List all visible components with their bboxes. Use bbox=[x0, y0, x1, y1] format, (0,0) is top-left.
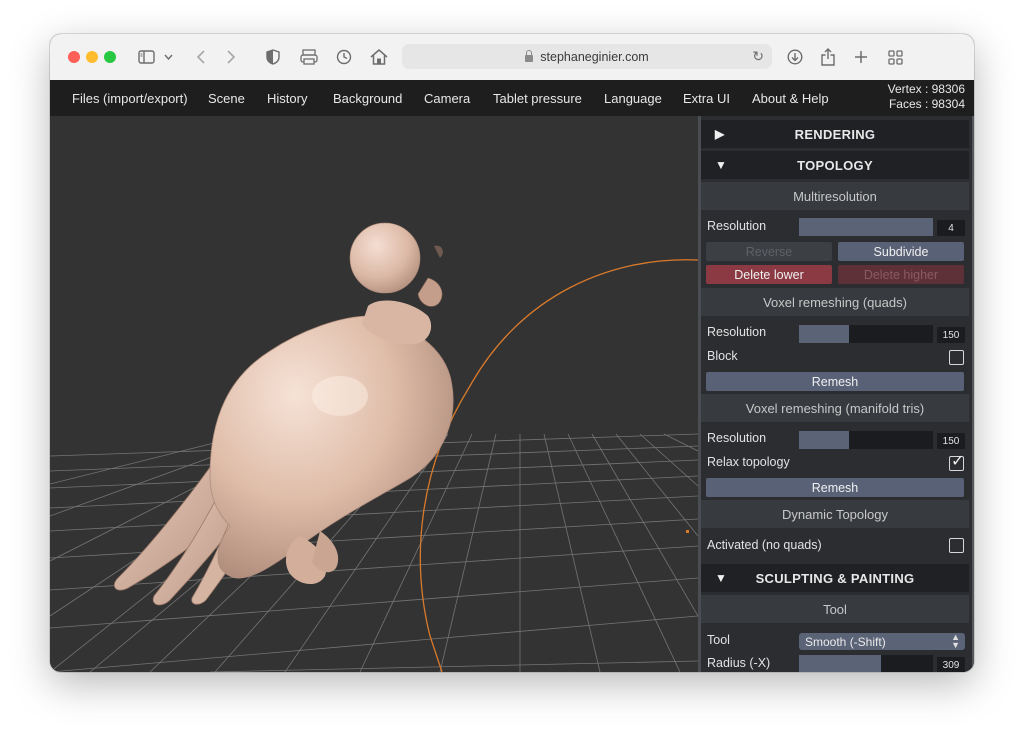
zoom-window-button[interactable] bbox=[104, 51, 116, 63]
browser-toolbar: stephaneginier.com ↻ bbox=[50, 34, 974, 81]
radius-label: Radius (-X) bbox=[707, 656, 771, 670]
voxel-tris-resolution-slider[interactable] bbox=[799, 431, 933, 449]
subsection-voxel-tris: Voxel remeshing (manifold tris) bbox=[701, 394, 969, 422]
panel-scrollbar[interactable] bbox=[972, 116, 974, 672]
sidebar-icon[interactable] bbox=[136, 46, 156, 68]
relax-topology-checkbox[interactable]: ✓ bbox=[949, 453, 964, 471]
browser-window: stephaneginier.com ↻ Files (import/expor… bbox=[50, 34, 974, 672]
block-checkbox[interactable] bbox=[949, 350, 964, 365]
plus-icon[interactable] bbox=[851, 46, 871, 68]
subdivide-button[interactable]: Subdivide bbox=[838, 242, 964, 261]
tool-select-value: Smooth (-Shift) bbox=[805, 634, 886, 649]
voxel-tris-resolution-value[interactable]: 150 bbox=[937, 433, 965, 449]
menu-background[interactable]: Background bbox=[333, 91, 402, 106]
subsection-multiresolution: Multiresolution bbox=[701, 182, 969, 210]
menu-scene[interactable]: Scene bbox=[208, 91, 245, 106]
radius-slider[interactable] bbox=[799, 655, 933, 672]
relax-topology-label: Relax topology bbox=[707, 455, 790, 469]
subsection-voxel-quads: Voxel remeshing (quads) bbox=[701, 288, 969, 316]
radius-value[interactable]: 309 bbox=[937, 657, 965, 672]
remesh-tris-button[interactable]: Remesh bbox=[706, 478, 964, 497]
sculpt-mesh[interactable] bbox=[114, 222, 454, 606]
section-sculpting-title: SCULPTING & PAINTING bbox=[755, 570, 915, 586]
delete-higher-button[interactable]: Delete higher bbox=[838, 265, 964, 284]
tabs-grid-icon[interactable] bbox=[885, 46, 905, 68]
subsection-tool: Tool bbox=[701, 595, 969, 623]
multires-resolution-value[interactable]: 4 bbox=[937, 220, 965, 236]
viewport-canvas[interactable] bbox=[50, 116, 698, 672]
voxel-quads-resolution-value[interactable]: 150 bbox=[937, 327, 965, 343]
dyntopo-activated-checkbox[interactable] bbox=[949, 538, 964, 553]
section-sculpting-painting[interactable]: ▼ SCULPTING & PAINTING bbox=[701, 564, 969, 592]
side-panel[interactable]: ▶ RENDERING ▼ TOPOLOGY Multiresolution R… bbox=[698, 116, 974, 672]
radius-fill bbox=[799, 655, 881, 672]
subsection-dynamic-topology: Dynamic Topology bbox=[701, 500, 969, 528]
voxel-quads-resolution-label: Resolution bbox=[707, 325, 767, 339]
menu-language[interactable]: Language bbox=[604, 91, 662, 106]
home-icon[interactable] bbox=[369, 46, 389, 68]
voxel-quads-resolution-fill bbox=[799, 325, 849, 343]
delete-lower-button[interactable]: Delete lower bbox=[706, 265, 832, 284]
voxel-tris-resolution-label: Resolution bbox=[707, 431, 767, 445]
tool-label: Tool bbox=[707, 633, 730, 647]
url-text: stephaneginier.com bbox=[540, 49, 649, 64]
voxel-tris-resolution-fill bbox=[799, 431, 849, 449]
share-icon[interactable] bbox=[818, 46, 838, 68]
multires-resolution-label: Resolution bbox=[707, 219, 767, 233]
lock-icon bbox=[525, 50, 534, 62]
faces-count: Faces : 98304 bbox=[888, 97, 965, 111]
mesh-stats: Vertex : 98306 Faces : 98304 bbox=[888, 82, 965, 112]
app-menubar: Files (import/export) Scene History Back… bbox=[50, 80, 974, 116]
menu-camera[interactable]: Camera bbox=[424, 91, 470, 106]
menu-tablet-pressure[interactable]: Tablet pressure bbox=[493, 91, 582, 106]
reverse-button[interactable]: Reverse bbox=[706, 242, 832, 261]
shield-icon[interactable] bbox=[264, 46, 282, 68]
sculpt-viewport[interactable] bbox=[50, 116, 698, 672]
section-topology[interactable]: ▼ TOPOLOGY bbox=[701, 151, 969, 179]
multires-resolution-fill bbox=[799, 218, 933, 236]
dyntopo-activated-label: Activated (no quads) bbox=[707, 538, 822, 552]
remesh-quads-button[interactable]: Remesh bbox=[706, 372, 964, 391]
menu-files[interactable]: Files (import/export) bbox=[72, 91, 188, 106]
section-rendering-title: RENDERING bbox=[794, 126, 876, 142]
section-rendering[interactable]: ▶ RENDERING bbox=[701, 120, 969, 148]
close-window-button[interactable] bbox=[68, 51, 80, 63]
reader-icon[interactable] bbox=[299, 46, 319, 68]
address-bar[interactable]: stephaneginier.com ↻ bbox=[402, 44, 772, 69]
menu-about-help[interactable]: About & Help bbox=[752, 91, 829, 106]
multires-resolution-slider[interactable] bbox=[799, 218, 933, 236]
forward-icon[interactable] bbox=[224, 46, 238, 68]
back-icon[interactable] bbox=[193, 46, 207, 68]
collapsed-arrow-icon[interactable]: ▶ bbox=[715, 127, 725, 141]
updown-arrows-icon: ▲ ▼ bbox=[951, 632, 960, 650]
menu-history[interactable]: History bbox=[267, 91, 307, 106]
tool-select[interactable]: Smooth (-Shift) ▲ ▼ bbox=[799, 633, 965, 650]
menu-extra-ui[interactable]: Extra UI bbox=[683, 91, 730, 106]
expanded-arrow-icon[interactable]: ▼ bbox=[715, 158, 727, 172]
voxel-quads-resolution-slider[interactable] bbox=[799, 325, 933, 343]
history-icon[interactable] bbox=[334, 46, 354, 68]
minimize-window-button[interactable] bbox=[86, 51, 98, 63]
expanded-arrow-icon[interactable]: ▼ bbox=[715, 571, 727, 585]
chevron-down-icon[interactable] bbox=[162, 46, 174, 68]
checkmark-icon: ✓ bbox=[951, 453, 965, 470]
gizmo-point[interactable] bbox=[686, 530, 689, 533]
download-icon[interactable] bbox=[785, 46, 805, 68]
reload-icon[interactable]: ↻ bbox=[752, 48, 764, 65]
vertex-count: Vertex : 98306 bbox=[887, 82, 965, 96]
block-label: Block bbox=[707, 349, 738, 363]
section-topology-title: TOPOLOGY bbox=[797, 157, 873, 173]
